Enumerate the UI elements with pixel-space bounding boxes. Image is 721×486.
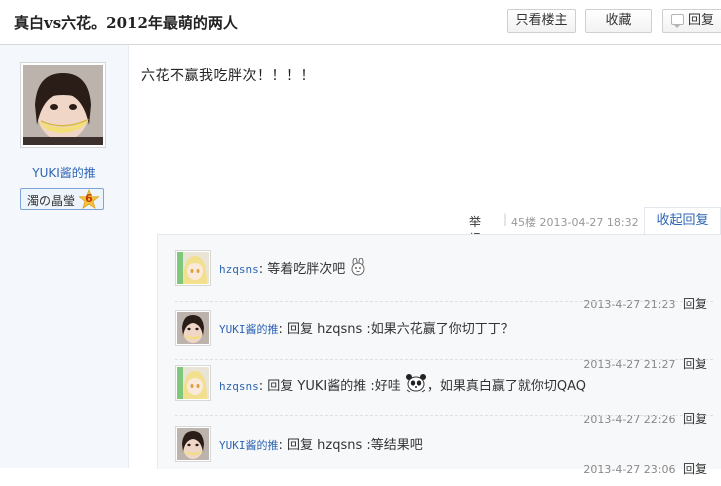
comment-item: YUKI酱的推: 回复 hzqsns :等结果吧 2013-4-27 23:06… <box>175 426 713 486</box>
commenter-avatar[interactable] <box>175 310 211 346</box>
commenter-avatar[interactable] <box>175 365 211 401</box>
comment-line: YUKI酱的推: 回复 hzqsns :等结果吧 <box>219 434 423 453</box>
reply-button[interactable]: 回复 <box>662 9 721 33</box>
bunny-face-emoji-icon <box>351 258 365 276</box>
floor-and-time: 45楼 2013-04-27 18:32 <box>511 216 639 229</box>
only-op-button[interactable]: 只看楼主 <box>507 9 576 33</box>
comment-reply-link[interactable]: 回复 <box>683 297 707 311</box>
comment-footer: 2013-4-27 22:26 回复 <box>583 410 707 427</box>
comment-line: YUKI酱的推: 回复 hzqsns :如果六花赢了你切丁丁？ <box>219 318 514 337</box>
comment-text: 回复 hzqsns :等结果吧 <box>287 438 423 453</box>
comment-text-after: ，如果真白赢了就你切QAQ <box>426 379 587 394</box>
level-name: 濁の晶瑩 <box>27 194 76 208</box>
comment-colon: : <box>258 262 268 277</box>
comment-footer: 2013-4-27 23:06 回复 <box>583 460 707 477</box>
author-avatar-image <box>23 65 103 145</box>
comment-line: hzqsns: 回复 YUKI酱的推 :好哇 ，如果真白赢了就你切QAQ <box>219 373 586 394</box>
commenter-avatar-image <box>177 312 209 344</box>
comment-text: 等着吃胖次吧 <box>267 262 346 277</box>
comment-item: YUKI酱的推: 回复 hzqsns :如果六花赢了你切丁丁？ 2013-4-2… <box>175 310 713 371</box>
post-content: 六花不赢我吃胖次！！！！ <box>141 68 315 84</box>
comment-username[interactable]: YUKI酱的推 <box>219 439 279 452</box>
speech-bubble-icon <box>671 14 684 28</box>
comment-item: hzqsns: 回复 YUKI酱的推 :好哇 ，如果真白赢了就你切QAQ 201… <box>175 365 713 427</box>
comment-text-before: 回复 YUKI酱的推 :好哇 <box>267 379 401 394</box>
comment-text: 回复 hzqsns :如果六花赢了你切丁丁？ <box>287 322 514 337</box>
favorite-button[interactable]: 收藏 <box>585 9 652 33</box>
meta-separator: | <box>503 212 508 226</box>
thread-header: 真白vs六花。2012年最萌的两人 只看楼主 收藏 回复 <box>0 0 721 45</box>
commenter-avatar-image <box>177 428 209 460</box>
comment-time: 2013-4-27 23:06 <box>583 463 676 476</box>
level-badge[interactable]: 濁の晶瑩 6 <box>20 188 104 210</box>
author-name[interactable]: YUKI酱的推 <box>0 164 128 181</box>
panda-face-emoji-icon <box>405 374 426 393</box>
author-sidebar: YUKI酱的推 濁の晶瑩 6 <box>0 45 129 468</box>
comment-divider <box>175 301 713 302</box>
author-avatar[interactable] <box>20 62 106 148</box>
comment-username[interactable]: hzqsns <box>219 263 259 276</box>
commenter-avatar-image <box>177 367 209 399</box>
comment-username[interactable]: YUKI酱的推 <box>219 323 279 336</box>
comment-divider <box>175 359 713 360</box>
comment-panel: hzqsns: 等着吃胖次吧 2013-4-27 21:23 回复 YUKI酱的… <box>157 234 721 476</box>
commenter-avatar-image <box>177 252 209 284</box>
collapse-replies-button[interactable]: 收起回复 <box>644 207 721 235</box>
comment-reply-link[interactable]: 回复 <box>683 462 707 476</box>
commenter-avatar[interactable] <box>175 426 211 462</box>
comment-colon: : <box>278 438 288 453</box>
comment-username[interactable]: hzqsns <box>219 380 259 393</box>
comment-colon: : <box>278 322 288 337</box>
comment-colon: : <box>258 379 268 394</box>
reply-button-label: 回复 <box>688 13 715 28</box>
commenter-avatar[interactable] <box>175 250 211 286</box>
thread-title: 真白vs六花。2012年最萌的两人 <box>14 14 238 32</box>
comment-divider <box>175 415 713 416</box>
level-number: 6 <box>85 192 93 205</box>
comment-line: hzqsns: 等着吃胖次吧 <box>219 258 367 277</box>
